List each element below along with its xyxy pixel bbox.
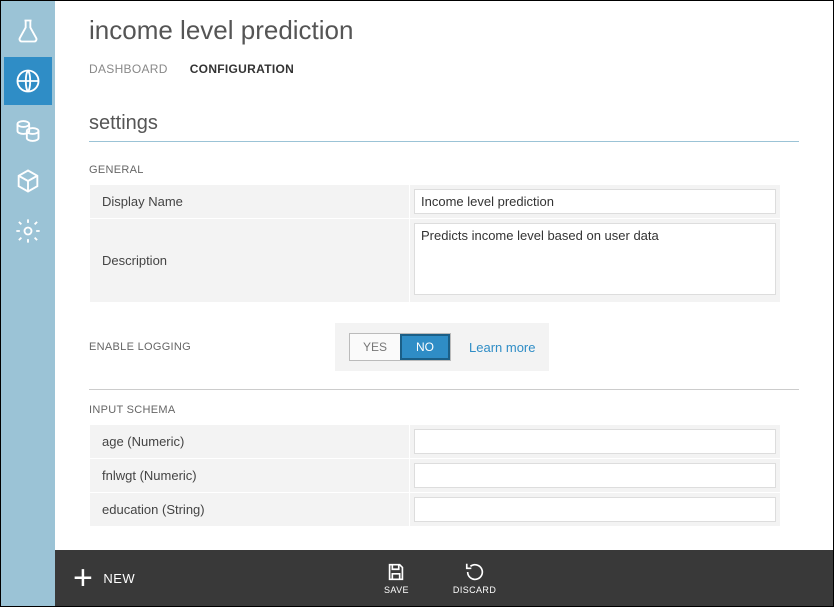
toggle-yes[interactable]: YES xyxy=(350,334,400,360)
general-table: Display Name Description Predicts income… xyxy=(89,184,781,303)
description-input[interactable]: Predicts income level based on user data xyxy=(414,223,776,295)
discard-icon xyxy=(464,561,486,583)
schema-field-input[interactable] xyxy=(414,463,776,488)
schema-field-label: education (String) xyxy=(90,493,410,527)
save-button[interactable]: SAVE xyxy=(384,561,409,595)
section-general-label: GENERAL xyxy=(89,164,799,176)
tab-dashboard[interactable]: DASHBOARD xyxy=(89,62,168,76)
input-schema-table: age (Numeric) fnlwgt (Numeric) education… xyxy=(89,424,781,527)
discard-button[interactable]: DISCARD xyxy=(453,561,496,595)
page-title: income level prediction xyxy=(89,15,799,46)
new-label: NEW xyxy=(103,571,135,586)
save-label: SAVE xyxy=(384,585,409,595)
schema-field-label: fnlwgt (Numeric) xyxy=(90,459,410,493)
save-icon xyxy=(385,561,407,583)
footer: + NEW SAVE xyxy=(55,550,833,606)
sidebar-item-experiments[interactable] xyxy=(4,7,52,55)
display-name-input[interactable] xyxy=(414,189,776,214)
schema-field-label: age (Numeric) xyxy=(90,425,410,459)
learn-more-link[interactable]: Learn more xyxy=(469,340,535,355)
gear-icon xyxy=(14,217,42,245)
tab-configuration[interactable]: CONFIGURATION xyxy=(190,62,294,76)
table-row: fnlwgt (Numeric) xyxy=(90,459,781,493)
display-name-label: Display Name xyxy=(90,185,410,219)
sidebar-item-web-services[interactable] xyxy=(4,57,52,105)
plus-icon: + xyxy=(73,561,93,595)
enable-logging-label: ENABLE LOGGING xyxy=(89,341,335,353)
discard-label: DISCARD xyxy=(453,585,496,595)
new-button[interactable]: + NEW xyxy=(73,561,135,595)
settings-heading: settings xyxy=(89,112,799,135)
table-row: age (Numeric) xyxy=(90,425,781,459)
flask-icon xyxy=(14,17,42,45)
section-input-schema-label: INPUT SCHEMA xyxy=(89,404,799,416)
logging-toggle: YES NO xyxy=(349,333,451,361)
divider xyxy=(89,141,799,142)
sidebar xyxy=(1,1,55,606)
schema-field-input[interactable] xyxy=(414,497,776,522)
sidebar-item-models[interactable] xyxy=(4,157,52,205)
sidebar-item-datasets[interactable] xyxy=(4,107,52,155)
tabs: DASHBOARD CONFIGURATION xyxy=(89,62,799,76)
table-row: education (String) xyxy=(90,493,781,527)
schema-field-input[interactable] xyxy=(414,429,776,454)
sidebar-item-settings[interactable] xyxy=(4,207,52,255)
divider xyxy=(89,389,799,390)
description-label: Description xyxy=(90,219,410,303)
toggle-no[interactable]: NO xyxy=(400,334,450,360)
globe-icon xyxy=(14,67,42,95)
database-icon xyxy=(14,117,42,145)
cube-icon xyxy=(14,167,42,195)
